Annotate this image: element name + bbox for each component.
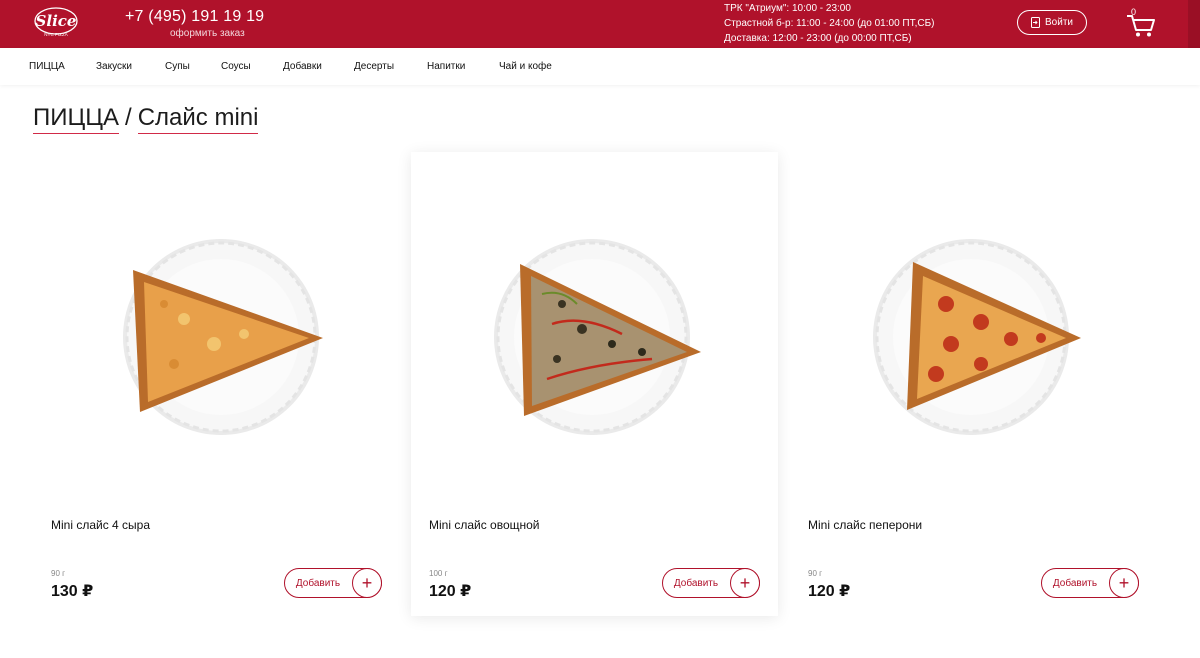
svg-text:NYC PIZZA: NYC PIZZA [44, 32, 68, 37]
product-price: 130 ₽ [51, 583, 94, 600]
nav-item-desserts[interactable]: Десерты [354, 61, 394, 72]
product-name: Mini слайс овощной [429, 518, 540, 532]
product-image-pepperoni-slice[interactable] [861, 234, 1085, 440]
breadcrumb-separator: / [125, 104, 132, 131]
svg-text:Slice: Slice [36, 12, 77, 30]
product-image-cheese-slice[interactable] [104, 234, 328, 440]
login-label: Войти [1045, 17, 1073, 28]
opening-hours: ТРК "Атриум": 10:00 - 23:00 Страстной б-… [724, 1, 935, 46]
product-card[interactable]: Mini слайс пеперони 90 г 120 ₽ Добавить … [790, 152, 1157, 616]
breadcrumb-current[interactable]: Слайс mini [137, 104, 259, 134]
slice-logo[interactable]: Slice NYC PIZZA [33, 5, 79, 41]
product-image-veggie-slice[interactable] [482, 234, 706, 440]
nav-item-tea-coffee[interactable]: Чай и кофе [499, 61, 552, 72]
nav-item-drinks[interactable]: Напитки [427, 61, 465, 72]
add-button-label: Добавить [1052, 577, 1098, 589]
plus-icon: + [352, 568, 382, 598]
top-header: Slice NYC PIZZA +7 (495) 191 19 19 оформ… [0, 0, 1200, 48]
nav-item-snacks[interactable]: Закуски [96, 61, 132, 72]
product-card[interactable]: Mini слайс овощной 100 г 120 ₽ Добавить … [411, 152, 778, 616]
product-name: Mini слайс 4 сыра [51, 518, 151, 532]
product-weight: 90 г [51, 569, 66, 578]
plus-icon: + [1109, 568, 1139, 598]
login-button[interactable]: Войти [1017, 10, 1087, 35]
login-icon [1031, 17, 1040, 28]
breadcrumb-category-link[interactable]: ПИЦЦА [33, 104, 120, 134]
product-price: 120 ₽ [429, 583, 472, 600]
phone-number[interactable]: +7 (495) 191 19 19 [125, 8, 264, 26]
nav-item-pizza[interactable]: ПИЦЦА [29, 61, 65, 72]
product-price: 120 ₽ [808, 583, 851, 600]
product-weight: 90 г [808, 569, 823, 578]
product-card[interactable]: Mini слайс 4 сыра 90 г 130 ₽ Добавить + [33, 152, 400, 616]
hours-line-atrium: ТРК "Атриум": 10:00 - 23:00 [724, 3, 851, 14]
add-button-label: Добавить [295, 577, 341, 589]
plus-icon: + [730, 568, 760, 598]
add-to-cart-button[interactable]: Добавить + [1041, 568, 1139, 598]
product-weight: 100 г [429, 569, 448, 578]
nav-item-sauces[interactable]: Соусы [221, 61, 251, 72]
hours-line-delivery: Доставка: 12:00 - 23:00 (до 00:00 ПТ,СБ) [724, 33, 912, 44]
scrollbar-track[interactable] [1188, 0, 1200, 48]
add-to-cart-button[interactable]: Добавить + [284, 568, 382, 598]
breadcrumb: ПИЦЦА / Слайс mini [33, 104, 259, 134]
order-link[interactable]: оформить заказ [170, 28, 245, 39]
product-name: Mini слайс пеперони [808, 518, 923, 532]
cart-count-badge: 0 [1131, 7, 1137, 17]
add-button-label: Добавить [673, 577, 719, 589]
hours-line-strastnoy: Страстной б-р: 11:00 - 24:00 (до 01:00 П… [724, 18, 935, 29]
cart-icon[interactable] [1124, 8, 1156, 38]
nav-item-soups[interactable]: Супы [165, 61, 190, 72]
nav-item-extras[interactable]: Добавки [283, 61, 322, 72]
add-to-cart-button[interactable]: Добавить + [662, 568, 760, 598]
category-nav: ПИЦЦА Закуски Супы Соусы Добавки Десерты… [0, 48, 1200, 85]
